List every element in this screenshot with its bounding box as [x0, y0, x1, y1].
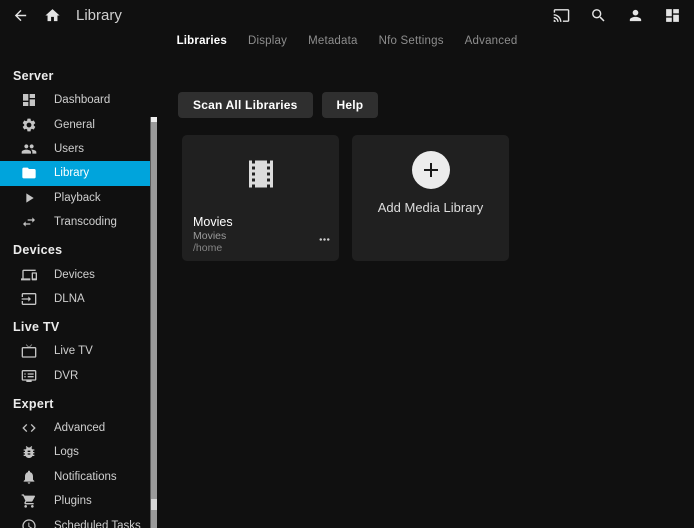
sidebar-item-label: Library [54, 167, 89, 179]
add-media-library-label: Add Media Library [352, 200, 509, 215]
swap-icon [21, 214, 37, 230]
tab-metadata[interactable]: Metadata [305, 33, 361, 49]
cast-button[interactable] [549, 3, 573, 27]
sidebar-item-dvr[interactable]: DVR [0, 364, 150, 388]
sidebar-section-server: Server [0, 60, 157, 88]
sidebar-scrollbar[interactable] [150, 117, 157, 528]
admin-dashboard: Library Libraries Display Metadata Nfo Sett… [0, 0, 694, 528]
sidebar-item-advanced[interactable]: Advanced [0, 416, 150, 440]
sidebar-item-label: Dashboard [54, 94, 110, 106]
film-icon [243, 156, 279, 192]
library-path: /home [193, 242, 309, 254]
sidebar-item-playback[interactable]: Playback [0, 186, 150, 210]
code-icon [21, 420, 37, 436]
library-name: Movies [193, 215, 309, 230]
folder-icon [21, 165, 37, 181]
sidebar-item-label: Playback [54, 192, 101, 204]
devices-icon [21, 267, 37, 283]
library-type: Movies [193, 230, 309, 242]
sidebar-item-library[interactable]: Library [0, 161, 150, 185]
bug-icon [21, 444, 37, 460]
sidebar-section-expert: Expert [0, 388, 157, 416]
tab-nfo-settings[interactable]: Nfo Settings [376, 33, 447, 49]
plus-icon [419, 158, 443, 182]
dvr-icon [21, 368, 37, 384]
live-tv-icon [21, 343, 37, 359]
sidebar-item-general[interactable]: General [0, 112, 150, 136]
users-icon [21, 141, 37, 157]
home-icon [44, 7, 61, 24]
library-card-footer: Movies Movies /home [193, 215, 309, 254]
bell-icon [21, 469, 37, 485]
user-icon [627, 7, 644, 24]
dashboard-icon [664, 7, 681, 24]
top-bar-left: Library [8, 3, 122, 27]
sidebar-item-plugins[interactable]: Plugins [0, 489, 150, 513]
sidebar-item-label: Notifications [54, 471, 117, 483]
back-button[interactable] [8, 3, 32, 27]
main-content: Scan All Libraries Help Movies Movies /h… [157, 55, 694, 528]
library-actions: Scan All Libraries Help [178, 92, 694, 118]
sidebar-item-devices[interactable]: Devices [0, 262, 150, 286]
back-icon [12, 7, 29, 24]
dashboard-button[interactable] [660, 3, 684, 27]
sidebar-item-label: Transcoding [54, 216, 117, 228]
sidebar-item-scheduled-tasks[interactable]: Scheduled Tasks [0, 513, 150, 528]
cart-icon [21, 493, 37, 509]
search-icon [590, 7, 607, 24]
gear-icon [21, 117, 37, 133]
sidebar-item-label: DLNA [54, 293, 85, 305]
dashboard-icon [21, 92, 37, 108]
sidebar-item-label: Users [54, 143, 84, 155]
clock-icon [21, 518, 37, 528]
library-cards: Movies Movies /home Add Media Library [182, 135, 694, 261]
sidebar-item-transcoding[interactable]: Transcoding [0, 210, 150, 234]
sidebar-item-label: General [54, 119, 95, 131]
sidebar-item-users[interactable]: Users [0, 137, 150, 161]
tab-advanced[interactable]: Advanced [462, 33, 521, 49]
sidebar-item-label: Logs [54, 446, 79, 458]
add-circle [412, 151, 450, 189]
library-menu-button[interactable] [313, 228, 335, 250]
library-card-movies[interactable]: Movies Movies /home [182, 135, 339, 261]
tab-bar: Libraries Display Metadata Nfo Settings Adva… [0, 28, 694, 54]
sidebar-item-dashboard[interactable]: Dashboard [0, 88, 150, 112]
sidebar-item-logs[interactable]: Logs [0, 440, 150, 464]
film-icon-wrap [182, 156, 339, 192]
sidebar-item-label: DVR [54, 370, 78, 382]
play-icon [21, 190, 37, 206]
scan-all-libraries-button[interactable]: Scan All Libraries [178, 92, 313, 118]
tab-libraries[interactable]: Libraries [174, 33, 230, 49]
more-icon [317, 232, 332, 247]
sidebar-item-notifications[interactable]: Notifications [0, 465, 150, 489]
page-title: Library [76, 7, 122, 24]
sidebar: Server Dashboard General Users Library Playba… [0, 55, 157, 528]
tab-display[interactable]: Display [245, 33, 290, 49]
help-button[interactable]: Help [322, 92, 379, 118]
add-media-library-card[interactable]: Add Media Library [352, 135, 509, 261]
search-button[interactable] [586, 3, 610, 27]
sidebar-item-label: Scheduled Tasks [54, 520, 141, 528]
sidebar-item-label: Advanced [54, 422, 105, 434]
cast-icon [553, 7, 570, 24]
sidebar-item-live-tv[interactable]: Live TV [0, 339, 150, 363]
input-icon [21, 291, 37, 307]
home-button[interactable] [40, 3, 64, 27]
user-button[interactable] [623, 3, 647, 27]
sidebar-item-label: Plugins [54, 495, 92, 507]
top-bar: Library [0, 0, 694, 28]
sidebar-item-dlna[interactable]: DLNA [0, 287, 150, 311]
top-bar-right [549, 3, 684, 27]
sidebar-item-label: Devices [54, 269, 95, 281]
sidebar-section-devices: Devices [0, 234, 157, 262]
sidebar-section-live-tv: Live TV [0, 311, 157, 339]
sidebar-item-label: Live TV [54, 345, 93, 357]
sidebar-sections: Server Dashboard General Users Library Playba… [0, 60, 157, 528]
